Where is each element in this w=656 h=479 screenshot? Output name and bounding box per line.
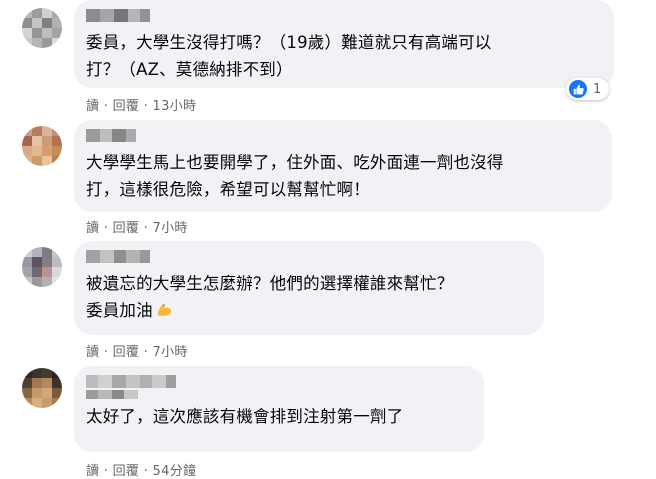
comment-actions: 讀 · 回覆 · 54分鐘 — [86, 460, 196, 479]
author-name-redacted[interactable] — [86, 250, 530, 263]
timestamp[interactable]: 13小時 — [153, 99, 197, 114]
reply-button[interactable]: 回覆 — [113, 99, 140, 114]
comment-text: 被遺忘的大學生怎麼辦？他們的選擇權誰來幫忙？ 委員加油 — [86, 270, 530, 324]
like-button[interactable]: 讀 — [86, 345, 99, 360]
like-button[interactable]: 讀 — [86, 464, 99, 479]
reply-button[interactable]: 回覆 — [113, 221, 140, 236]
like-button[interactable]: 讀 — [86, 99, 99, 114]
comment-bubble: 大學學生馬上也要開學了，住外面、吃外面連一劑也沒得 打，這樣很危險，希望可以幫幫… — [74, 120, 612, 212]
reply-button[interactable]: 回覆 — [113, 345, 140, 360]
comment-text: 太好了，這次應該有機會排到注射第一劑了 — [86, 407, 404, 426]
author-name-redacted[interactable] — [86, 375, 470, 388]
reaction-count-value: 1 — [593, 81, 602, 97]
reply-button[interactable]: 回覆 — [113, 464, 140, 479]
separator: · — [143, 221, 153, 236]
separator: · — [103, 345, 113, 360]
like-icon — [569, 80, 587, 98]
timestamp[interactable]: 54分鐘 — [153, 464, 197, 479]
author-name-redacted[interactable] — [86, 129, 598, 142]
comment-actions: 讀 · 回覆 · 13小時 — [86, 95, 196, 114]
separator: · — [103, 99, 113, 114]
flexed-biceps-icon — [157, 304, 171, 316]
separator: · — [103, 221, 113, 236]
avatar[interactable] — [22, 247, 62, 287]
author-subtitle-redacted — [86, 390, 470, 399]
comment-actions: 讀 · 回覆 · 7小時 — [86, 217, 188, 236]
comment-text-content: 被遺忘的大學生怎麼辦？他們的選擇權誰來幫忙？ 委員加油 — [86, 274, 454, 320]
comment-actions: 讀 · 回覆 · 7小時 — [86, 341, 188, 360]
avatar[interactable] — [22, 368, 62, 408]
comment-text: 大學學生馬上也要開學了，住外面、吃外面連一劑也沒得 打，這樣很危險，希望可以幫幫… — [86, 153, 504, 199]
comment-bubble: 太好了，這次應該有機會排到注射第一劑了 — [74, 366, 484, 452]
author-name-redacted[interactable] — [86, 9, 600, 22]
separator: · — [143, 345, 153, 360]
timestamp[interactable]: 7小時 — [153, 221, 188, 236]
like-button[interactable]: 讀 — [86, 221, 99, 236]
separator: · — [143, 464, 153, 479]
timestamp[interactable]: 7小時 — [153, 345, 188, 360]
avatar[interactable] — [22, 126, 62, 166]
avatar[interactable] — [22, 8, 62, 48]
reaction-count[interactable]: 1 — [566, 78, 610, 100]
comment-bubble: 委員，大學生沒得打嗎？（19歲）難道就只有高端可以 打？（AZ、莫德納排不到） — [74, 0, 614, 88]
separator: · — [143, 99, 153, 114]
comment-bubble: 被遺忘的大學生怎麼辦？他們的選擇權誰來幫忙？ 委員加油 — [74, 241, 544, 335]
comment-text: 委員，大學生沒得打嗎？（19歲）難道就只有高端可以 打？（AZ、莫德納排不到） — [86, 33, 492, 79]
separator: · — [103, 464, 113, 479]
